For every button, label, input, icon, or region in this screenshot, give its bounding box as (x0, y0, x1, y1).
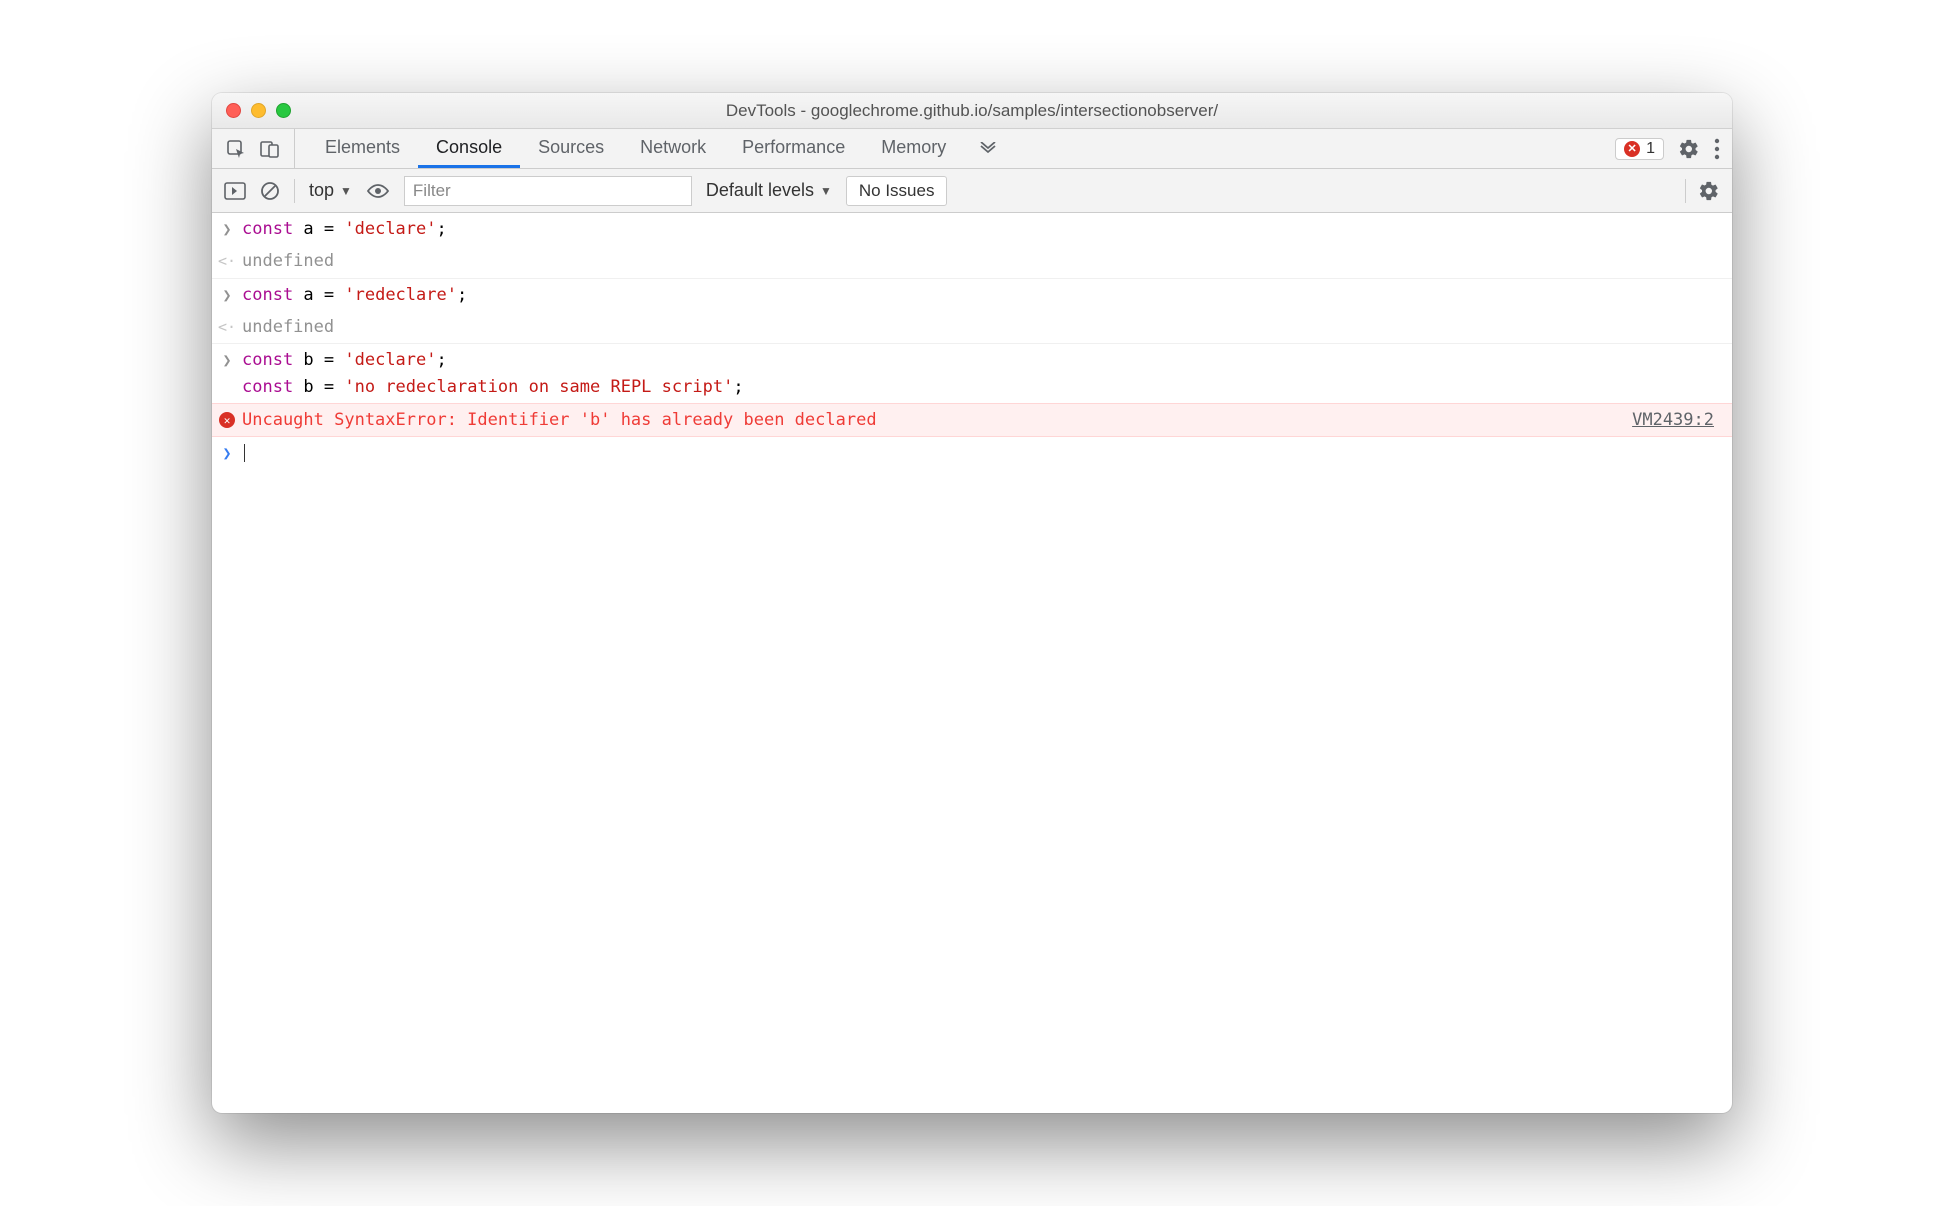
close-window-button[interactable] (226, 103, 241, 118)
tab-label: Console (436, 137, 502, 158)
filter-input[interactable] (404, 176, 692, 206)
separator (294, 179, 295, 203)
input-chevron-icon: ❯ (222, 284, 231, 308)
tab-network[interactable]: Network (622, 129, 724, 168)
error-message: Uncaught SyntaxError: Identifier 'b' has… (242, 407, 1632, 433)
window-controls (212, 103, 291, 118)
return-chevron-icon: <· (218, 250, 236, 274)
console-input-row: ❯const a = 'redeclare'; (212, 279, 1732, 311)
console-output[interactable]: ❯const a = 'declare';<·undefined❯const a… (212, 213, 1732, 1113)
context-label: top (309, 180, 334, 201)
prompt-chevron-icon: ❯ (222, 442, 231, 466)
tab-elements[interactable]: Elements (307, 129, 418, 168)
live-expression-eye-icon[interactable] (366, 183, 390, 199)
error-count-badge[interactable]: ✕ 1 (1615, 138, 1664, 160)
tab-sources[interactable]: Sources (520, 129, 622, 168)
tab-label: Memory (881, 137, 946, 158)
maximize-window-button[interactable] (276, 103, 291, 118)
text-cursor (244, 444, 245, 462)
input-chevron-icon: ❯ (222, 349, 231, 400)
console-return-row: <·undefined (212, 311, 1732, 344)
inspect-tools (212, 129, 295, 168)
clear-console-icon[interactable] (260, 181, 280, 201)
separator (1685, 179, 1686, 203)
error-icon: ✕ (219, 412, 235, 428)
inspect-element-icon[interactable] (226, 139, 246, 159)
error-icon: ✕ (1624, 141, 1640, 157)
minimize-window-button[interactable] (251, 103, 266, 118)
log-levels-selector[interactable]: Default levels ▼ (706, 180, 832, 201)
tab-memory[interactable]: Memory (863, 129, 964, 168)
main-tabs-bar: Elements Console Sources Network Perform… (212, 129, 1732, 169)
tab-label: Sources (538, 137, 604, 158)
console-settings-gear-icon[interactable] (1698, 180, 1720, 202)
toolbar-right: ✕ 1 (1603, 129, 1732, 168)
more-tabs-button[interactable] (964, 129, 1012, 168)
error-count: 1 (1646, 140, 1655, 158)
tab-performance[interactable]: Performance (724, 129, 863, 168)
device-toolbar-icon[interactable] (260, 139, 280, 159)
input-chevron-icon: ❯ (222, 218, 231, 242)
panel-tabs: Elements Console Sources Network Perform… (295, 129, 1012, 168)
kebab-menu-icon[interactable] (1714, 138, 1720, 160)
tab-label: Elements (325, 137, 400, 158)
devtools-window: DevTools - googlechrome.github.io/sample… (212, 93, 1732, 1113)
console-prompt-row[interactable]: ❯ (212, 437, 1732, 469)
console-error-row: ✕ Uncaught SyntaxError: Identifier 'b' ha… (212, 403, 1732, 437)
tab-console[interactable]: Console (418, 129, 520, 168)
dropdown-triangle-icon: ▼ (820, 184, 832, 198)
levels-label: Default levels (706, 180, 814, 201)
issues-label: No Issues (859, 181, 935, 200)
execution-context-selector[interactable]: top ▼ (309, 180, 352, 201)
console-input-row: ❯const a = 'declare'; (212, 213, 1732, 245)
error-source-link[interactable]: VM2439:2 (1632, 407, 1722, 433)
return-chevron-icon: <· (218, 316, 236, 340)
dropdown-triangle-icon: ▼ (340, 184, 352, 198)
tab-label: Network (640, 137, 706, 158)
window-title: DevTools - googlechrome.github.io/sample… (212, 101, 1732, 121)
console-return-row: <·undefined (212, 245, 1732, 278)
issues-button[interactable]: No Issues (846, 176, 948, 206)
titlebar: DevTools - googlechrome.github.io/sample… (212, 93, 1732, 129)
console-toolbar-right (1685, 179, 1720, 203)
settings-gear-icon[interactable] (1678, 138, 1700, 160)
console-toolbar: top ▼ Default levels ▼ No Issues (212, 169, 1732, 213)
toggle-sidebar-icon[interactable] (224, 182, 246, 200)
tab-label: Performance (742, 137, 845, 158)
console-input-row: ❯const b = 'declare';const b = 'no redec… (212, 344, 1732, 403)
